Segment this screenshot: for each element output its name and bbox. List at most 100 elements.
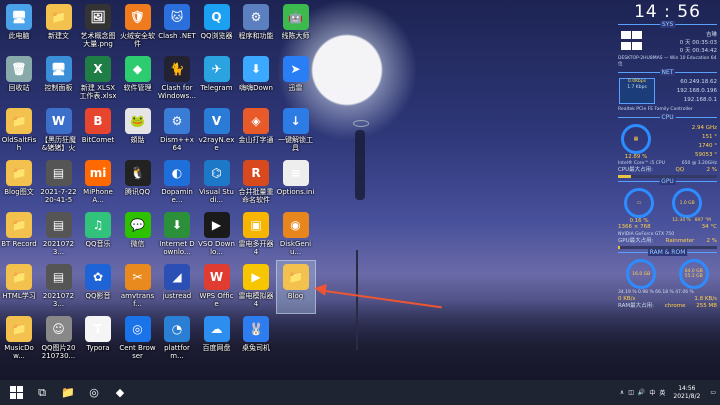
- folder-icon: 📁: [6, 160, 32, 186]
- gpu-block: ▭ 0.16 % 1.0 GB 12.34 % 897 °M: [615, 188, 720, 224]
- desktop-icon-ldplayer-multi[interactable]: ▣ 雷电多开器4: [237, 209, 275, 261]
- folder-icon: 📁: [6, 264, 32, 290]
- mi-icon: mi: [85, 160, 111, 186]
- desktop-icon-label: v2rayN.exe: [198, 136, 235, 152]
- desktop-icon-folder[interactable]: 📁 新建文: [40, 1, 78, 53]
- desktop-icon-xunlei[interactable]: ➤ 迅雷: [277, 53, 315, 105]
- desktop-icon-folder[interactable]: 📁 BT Record: [0, 209, 38, 261]
- recycle-bin-icon: 🗑: [6, 56, 32, 82]
- desktop-icon-down[interactable]: ⬇ 嗨嗨Down: [237, 53, 275, 105]
- desktop-icon-image-file[interactable]: ▤ 20210723...: [40, 261, 78, 313]
- desktop-icon-dopamine[interactable]: ◐ Dopamine...: [158, 157, 196, 209]
- taskbar-explorer-icon[interactable]: 📁: [58, 383, 78, 403]
- diskgenius-icon: ◉: [282, 212, 309, 238]
- image-icon: 🖼: [85, 4, 111, 30]
- net-section-header: NET: [618, 69, 717, 76]
- sys-uptime-1: 0 天 00:35:03: [679, 40, 717, 46]
- desktop-icon-computer[interactable]: 🖥 此电脑: [0, 1, 38, 53]
- desktop-icon-programs[interactable]: ⚙ 程序和功能: [237, 1, 275, 53]
- ram-total: 16.0 GB: [632, 271, 651, 277]
- desktop-icon-folder[interactable]: 📁 MusicDow...: [0, 313, 38, 365]
- tray-ime[interactable]: 中: [649, 388, 655, 397]
- taskbar-app-icon[interactable]: ◆: [110, 383, 130, 403]
- tray-lang[interactable]: 英: [659, 388, 665, 397]
- desktop-icon-qq-browser[interactable]: Q QQ浏览器: [198, 1, 236, 53]
- sys-uptime-2: 0 天 00:34:42: [679, 48, 717, 54]
- tray-network-icon[interactable]: ◫: [628, 389, 634, 396]
- desktop-icon-diskgenius[interactable]: ◉ DiskGeniu...: [277, 209, 315, 261]
- desktop-icon-image-file[interactable]: ▤ 20210723...: [40, 209, 78, 261]
- desktop[interactable]: 🖥 此电脑 📁 新建文 🖼 艺术概念图大量.png 🛡 火绒安全软件 🐱 Clash .NET Q Q…: [0, 0, 720, 380]
- desktop-icon-huorong[interactable]: 🛡 火绒安全软件: [119, 1, 157, 53]
- desktop-icon-vso[interactable]: ▶ VSO Downlo...: [198, 209, 236, 261]
- desktop-icon-idm[interactable]: ⬇ Internet Downlo...: [158, 209, 196, 261]
- desktop-icon-label: plattform...: [164, 344, 190, 360]
- desktop-icon-folder[interactable]: 📁 Blog图文: [0, 157, 38, 209]
- taskbar-browser-icon[interactable]: ◎: [84, 383, 104, 403]
- desktop-icon-qq-music[interactable]: ♫ QQ音乐: [79, 209, 117, 261]
- excel-icon: X: [85, 56, 111, 82]
- desktop-icon-image[interactable]: 🖼 艺术概念图大量.png: [79, 1, 117, 53]
- desktop-icon-cent-browser[interactable]: ◎ Cent Browser: [119, 313, 157, 365]
- image-file-icon: ▤: [45, 264, 72, 290]
- desktop-icon-excel[interactable]: X 新建 XLSX 工作表.xlsx: [79, 53, 117, 105]
- desktop-icon-folder[interactable]: 📁 Blog: [275, 260, 316, 314]
- gpu-mem: 1.0 GB: [679, 200, 695, 206]
- qq-browser-icon: Q: [203, 4, 230, 30]
- tray-chevron-icon[interactable]: ∧: [620, 389, 624, 396]
- desktop-icon-justread[interactable]: ◢ justread: [158, 261, 196, 313]
- desktop-icon-recycle-bin[interactable]: 🗑 回收站: [0, 53, 38, 105]
- desktop-icon-ini-file[interactable]: ≡ Options.ini: [277, 157, 315, 209]
- desktop-icon-folder[interactable]: 📁 HTML学习: [0, 261, 38, 313]
- taskbar: ⧉ 📁 ◎ ◆ ∧ ◫ 🔊 中 英 14:56 2021/8/2 ▭: [0, 380, 720, 405]
- desktop-icon-photo[interactable]: ☺ QQ图片20210730...: [40, 313, 78, 365]
- desktop-icon-typora[interactable]: T Typora: [79, 313, 117, 365]
- desktop-icon-label: 微信: [130, 240, 145, 248]
- doc-icon: W: [45, 108, 72, 134]
- desktop-icon-vscode[interactable]: ⌬ Visual Studi...: [198, 157, 236, 209]
- desktop-icon-wps[interactable]: W WPS Office: [198, 261, 236, 313]
- desktop-icon-label: 20210723...: [42, 292, 75, 308]
- desktop-icon-amv[interactable]: ✂ amvtransf...: [119, 261, 157, 313]
- desktop-icon-label: 嗨嗨Down: [239, 84, 273, 92]
- tray-date: 2021/8/2: [673, 392, 701, 400]
- tray-clock[interactable]: 14:56 2021/8/2: [673, 385, 700, 401]
- desktop-icon-v2ray[interactable]: Vv2rayN.exe: [198, 105, 236, 157]
- notification-icon[interactable]: ▭: [710, 389, 716, 396]
- gpu-gauge: ▭: [624, 188, 655, 218]
- sys-user: 吉琳: [705, 32, 717, 38]
- start-icon[interactable]: [6, 383, 26, 403]
- tray-volume-icon[interactable]: 🔊: [638, 389, 645, 396]
- desktop-icon-rename[interactable]: R 合并批量重命名软件: [237, 157, 275, 209]
- desktop-icon-mi[interactable]: mi MiPhoneA...: [79, 157, 117, 209]
- taskbar-task-view-icon[interactable]: ⧉: [32, 383, 52, 403]
- desktop-icon-label: HTML学习: [2, 292, 36, 300]
- net-ip-3: 192.168.0.1: [683, 97, 717, 103]
- desktop-icon-image-file[interactable]: ▤ 2021-7-22 20-41-55...: [40, 157, 78, 209]
- desktop-icon-telegram[interactable]: ✈ Telegram: [198, 53, 236, 105]
- desktop-icon-folder[interactable]: 📁 OldSaltFish: [0, 105, 38, 157]
- desktop-icon-android[interactable]: 🤖 线陈大师: [277, 1, 315, 53]
- desktop-icon-frog[interactable]: 🐸 頞骷: [119, 105, 157, 157]
- desktop-icon-ldplayer[interactable]: ▶ 雷电模拟器4: [237, 261, 275, 313]
- desktop-icon-doc[interactable]: W 【黑历狂魔&猪猪】火影...: [40, 105, 78, 157]
- cpu-block: ▦ 12.89 % 2.94 GHz 151 ° 1740 ° 59053 °: [615, 124, 720, 160]
- desktop-icon-baidu-pan[interactable]: ☁ 百度网盘: [198, 313, 236, 365]
- desktop-icon-platform[interactable]: ◔ plattform...: [158, 313, 196, 365]
- desktop-icon-software-manager[interactable]: ◆ 软件管理: [119, 53, 157, 105]
- desktop-icon-qq-player[interactable]: ✿ QQ影音: [79, 261, 117, 313]
- desktop-icon-label: 合并批量重命名软件: [238, 188, 274, 204]
- desktop-icon-cat[interactable]: 🐱 Clash .NET: [158, 1, 196, 53]
- desktop-icon-control-panel[interactable]: 🖥 控制面板: [40, 53, 78, 105]
- desktop-icon-wechat[interactable]: 💬 微信: [119, 209, 157, 261]
- gpu-res-row: 1366 × 768 34 °C: [615, 224, 720, 231]
- desktop-icon-qq[interactable]: 🐧 腾讯QQ: [119, 157, 157, 209]
- wps-icon: W: [203, 264, 230, 290]
- gpu-clock: 897 °M: [694, 218, 711, 223]
- desktop-icon-bitcomet[interactable]: B BitComet: [79, 105, 117, 157]
- desktop-icon-clash[interactable]: 🐈 Clash for Windows...: [158, 53, 196, 105]
- desktop-icon-typing[interactable]: ◈ 金山打字通: [237, 105, 275, 157]
- desktop-icon-unlock-tool[interactable]: ↓ 一键解锁工具: [277, 105, 315, 157]
- desktop-icon-rabbit[interactable]: 🐰 桌兔司机: [237, 313, 275, 365]
- desktop-icon-dism[interactable]: ⚙ Dism++x64: [158, 105, 196, 157]
